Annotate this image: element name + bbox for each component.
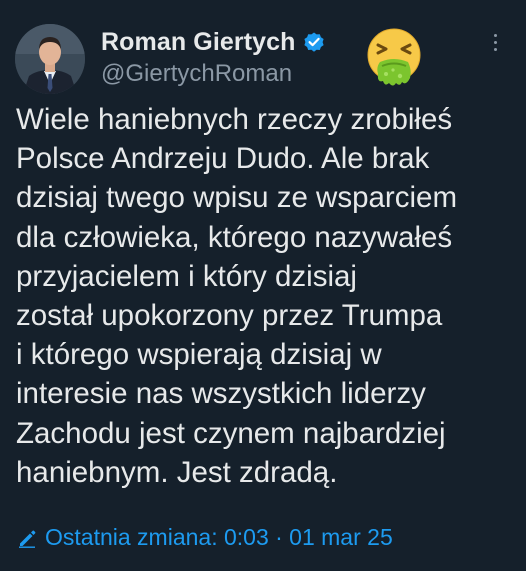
more-options-icon[interactable] (490, 34, 500, 58)
pencil-icon (19, 530, 36, 548)
tweet-text-line: dla człowieka, którego nazywałeś (16, 220, 453, 254)
tweet-text-line: i którego wspierają dzisiaj w (16, 338, 382, 372)
tweet-header: Roman Giertych @GiertychRoman (101, 25, 326, 88)
tweet-text-line: haniebnym. Jest zdradą. (16, 455, 338, 489)
avatar[interactable] (15, 24, 85, 94)
nauseated-face-emoji-icon (358, 26, 430, 88)
tweet-text-line: Wiele haniebnych rzeczy zrobiłeś (16, 103, 453, 136)
author-display-name[interactable]: Roman Giertych (101, 28, 296, 57)
tweet-text: Wiele haniebnych rzeczy zrobiłeś Polsce … (16, 100, 516, 492)
profile-photo-icon (15, 24, 85, 94)
author-handle[interactable]: @GiertychRoman (101, 60, 326, 88)
tweet-text-line: Polsce Andrzeju Dudo. Ale brak (16, 142, 430, 176)
tweet-text-line: został upokorzony przez Trumpa (16, 299, 443, 333)
tweet-text-line: przyjacielem i który dzisiaj (16, 259, 357, 293)
tweet-text-line: Zachodu jest czynem najbardziej (16, 416, 446, 450)
name-row: Roman Giertych (101, 25, 326, 59)
tweet-text-line: interesie nas wszystkich liderzy (16, 377, 426, 411)
edit-history-link[interactable]: Ostatnia zmiana: 0:03 · 01 mar 25 (17, 524, 393, 551)
tweet-text-line: dzisiaj twego wpisu ze wsparciem (16, 181, 458, 215)
verified-badge-icon[interactable] (302, 30, 326, 54)
tweet-card: Roman Giertych @GiertychRoman Wiele hani… (0, 0, 526, 571)
edited-timestamp-label[interactable]: Ostatnia zmiana: 0:03 · 01 mar 25 (45, 524, 393, 551)
